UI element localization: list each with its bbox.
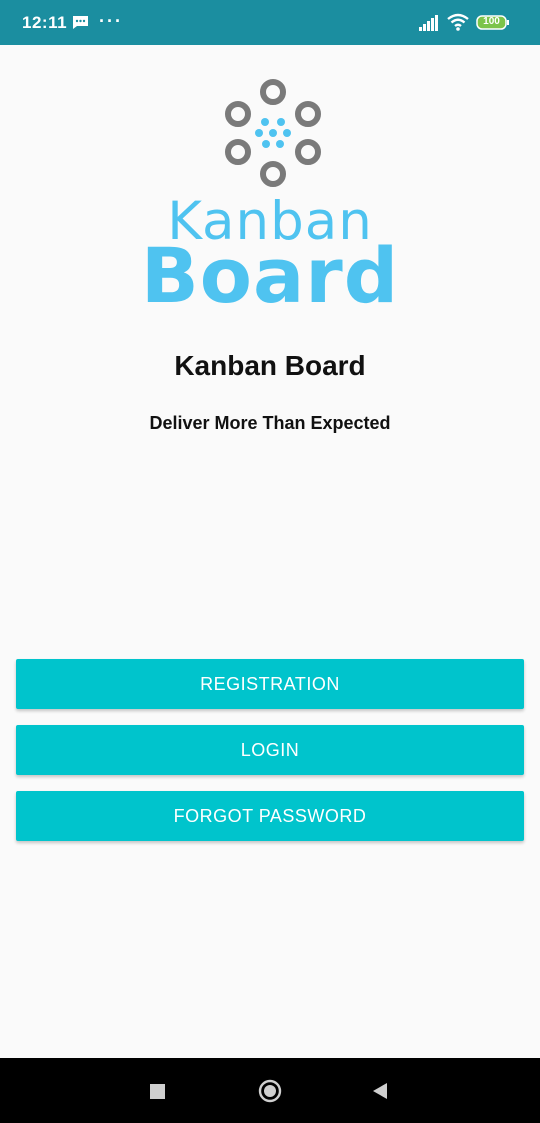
status-bar: 12:11 ··· 100: [0, 0, 540, 45]
battery-icon: 100: [476, 15, 510, 31]
app-title: Kanban Board: [174, 350, 366, 381]
message-icon: [73, 16, 88, 29]
logo-word-board: Board: [140, 231, 400, 320]
forgot-password-button[interactable]: FORGOT PASSWORD: [16, 791, 524, 841]
signal-icon: [419, 15, 438, 31]
status-time: 12:11: [22, 13, 68, 32]
battery-level: 100: [483, 16, 500, 27]
recent-apps-icon[interactable]: [150, 1084, 165, 1099]
navigation-bar: [0, 1058, 540, 1123]
status-overflow-dots: ···: [99, 11, 123, 31]
kanban-logo-icon: [225, 79, 321, 187]
wifi-icon: [447, 13, 469, 31]
home-icon[interactable]: [258, 1079, 282, 1103]
app-tagline: Deliver More Than Expected: [149, 413, 391, 433]
registration-button[interactable]: REGISTRATION: [16, 659, 524, 709]
login-button[interactable]: LOGIN: [16, 725, 524, 775]
back-icon[interactable]: [371, 1082, 389, 1100]
